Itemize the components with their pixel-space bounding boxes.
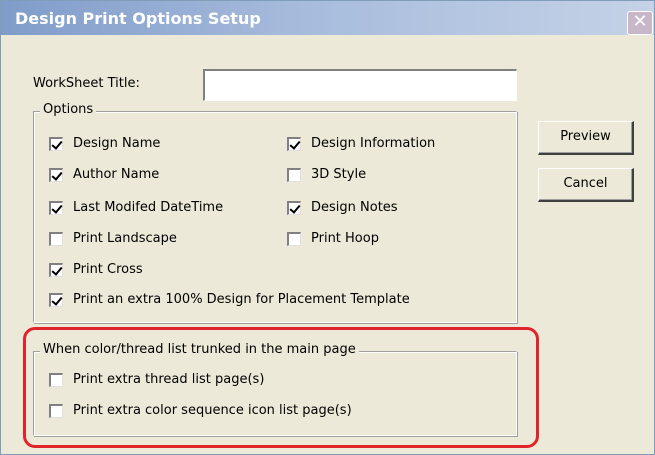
checkbox-box[interactable] bbox=[49, 167, 63, 182]
close-icon[interactable]: ✕ bbox=[627, 11, 653, 35]
checkbox-box[interactable] bbox=[49, 262, 63, 277]
checkbox-label: Last Modifed DateTime bbox=[73, 200, 224, 215]
title-bar: Design Print Options Setup ✕ bbox=[1, 1, 654, 35]
checkbox-label: Design Notes bbox=[311, 200, 398, 215]
checkbox-print-hoop[interactable]: Print Hoop bbox=[287, 231, 379, 246]
checkbox-3d-style[interactable]: 3D Style bbox=[287, 167, 366, 182]
checkbox-design-name[interactable]: Design Name bbox=[49, 136, 160, 151]
checkbox-print-placement-template[interactable]: Print an extra 100% Design for Placement… bbox=[49, 292, 410, 307]
worksheet-title-input[interactable] bbox=[203, 69, 517, 101]
checkbox-label: 3D Style bbox=[311, 167, 367, 182]
checkbox-box[interactable] bbox=[49, 200, 63, 215]
checkbox-box[interactable] bbox=[287, 231, 301, 246]
preview-button[interactable]: Preview bbox=[538, 121, 634, 155]
cancel-button[interactable]: Cancel bbox=[538, 168, 634, 202]
checkbox-print-landscape[interactable]: Print Landscape bbox=[49, 231, 177, 246]
checkbox-design-information[interactable]: Design Information bbox=[287, 136, 435, 151]
checkbox-label: Print Cross bbox=[73, 262, 143, 277]
checkbox-label: Print Landscape bbox=[73, 231, 177, 246]
dialog-window: Design Print Options Setup ✕ WorkSheet T… bbox=[0, 0, 655, 455]
worksheet-title-label: WorkSheet Title: bbox=[33, 76, 140, 91]
checkbox-label: Design Name bbox=[73, 136, 161, 151]
checkbox-box[interactable] bbox=[287, 167, 301, 182]
checkbox-label: Design Information bbox=[311, 136, 436, 151]
checkbox-last-modified-datetime[interactable]: Last Modifed DateTime bbox=[49, 200, 223, 215]
red-highlight-outline bbox=[23, 327, 539, 448]
checkbox-author-name[interactable]: Author Name bbox=[49, 167, 159, 182]
checkbox-box[interactable] bbox=[49, 292, 63, 307]
checkbox-label: Print an extra 100% Design for Placement… bbox=[73, 292, 410, 307]
checkbox-label: Print Hoop bbox=[311, 231, 379, 246]
checkbox-design-notes[interactable]: Design Notes bbox=[287, 200, 398, 215]
checkbox-box[interactable] bbox=[49, 231, 63, 246]
options-group-caption: Options bbox=[40, 102, 97, 117]
checkbox-box[interactable] bbox=[287, 136, 301, 151]
checkbox-print-cross[interactable]: Print Cross bbox=[49, 262, 143, 277]
checkbox-label: Author Name bbox=[73, 167, 160, 182]
checkbox-box[interactable] bbox=[287, 200, 301, 215]
checkbox-box[interactable] bbox=[49, 136, 63, 151]
window-title: Design Print Options Setup bbox=[15, 9, 261, 28]
